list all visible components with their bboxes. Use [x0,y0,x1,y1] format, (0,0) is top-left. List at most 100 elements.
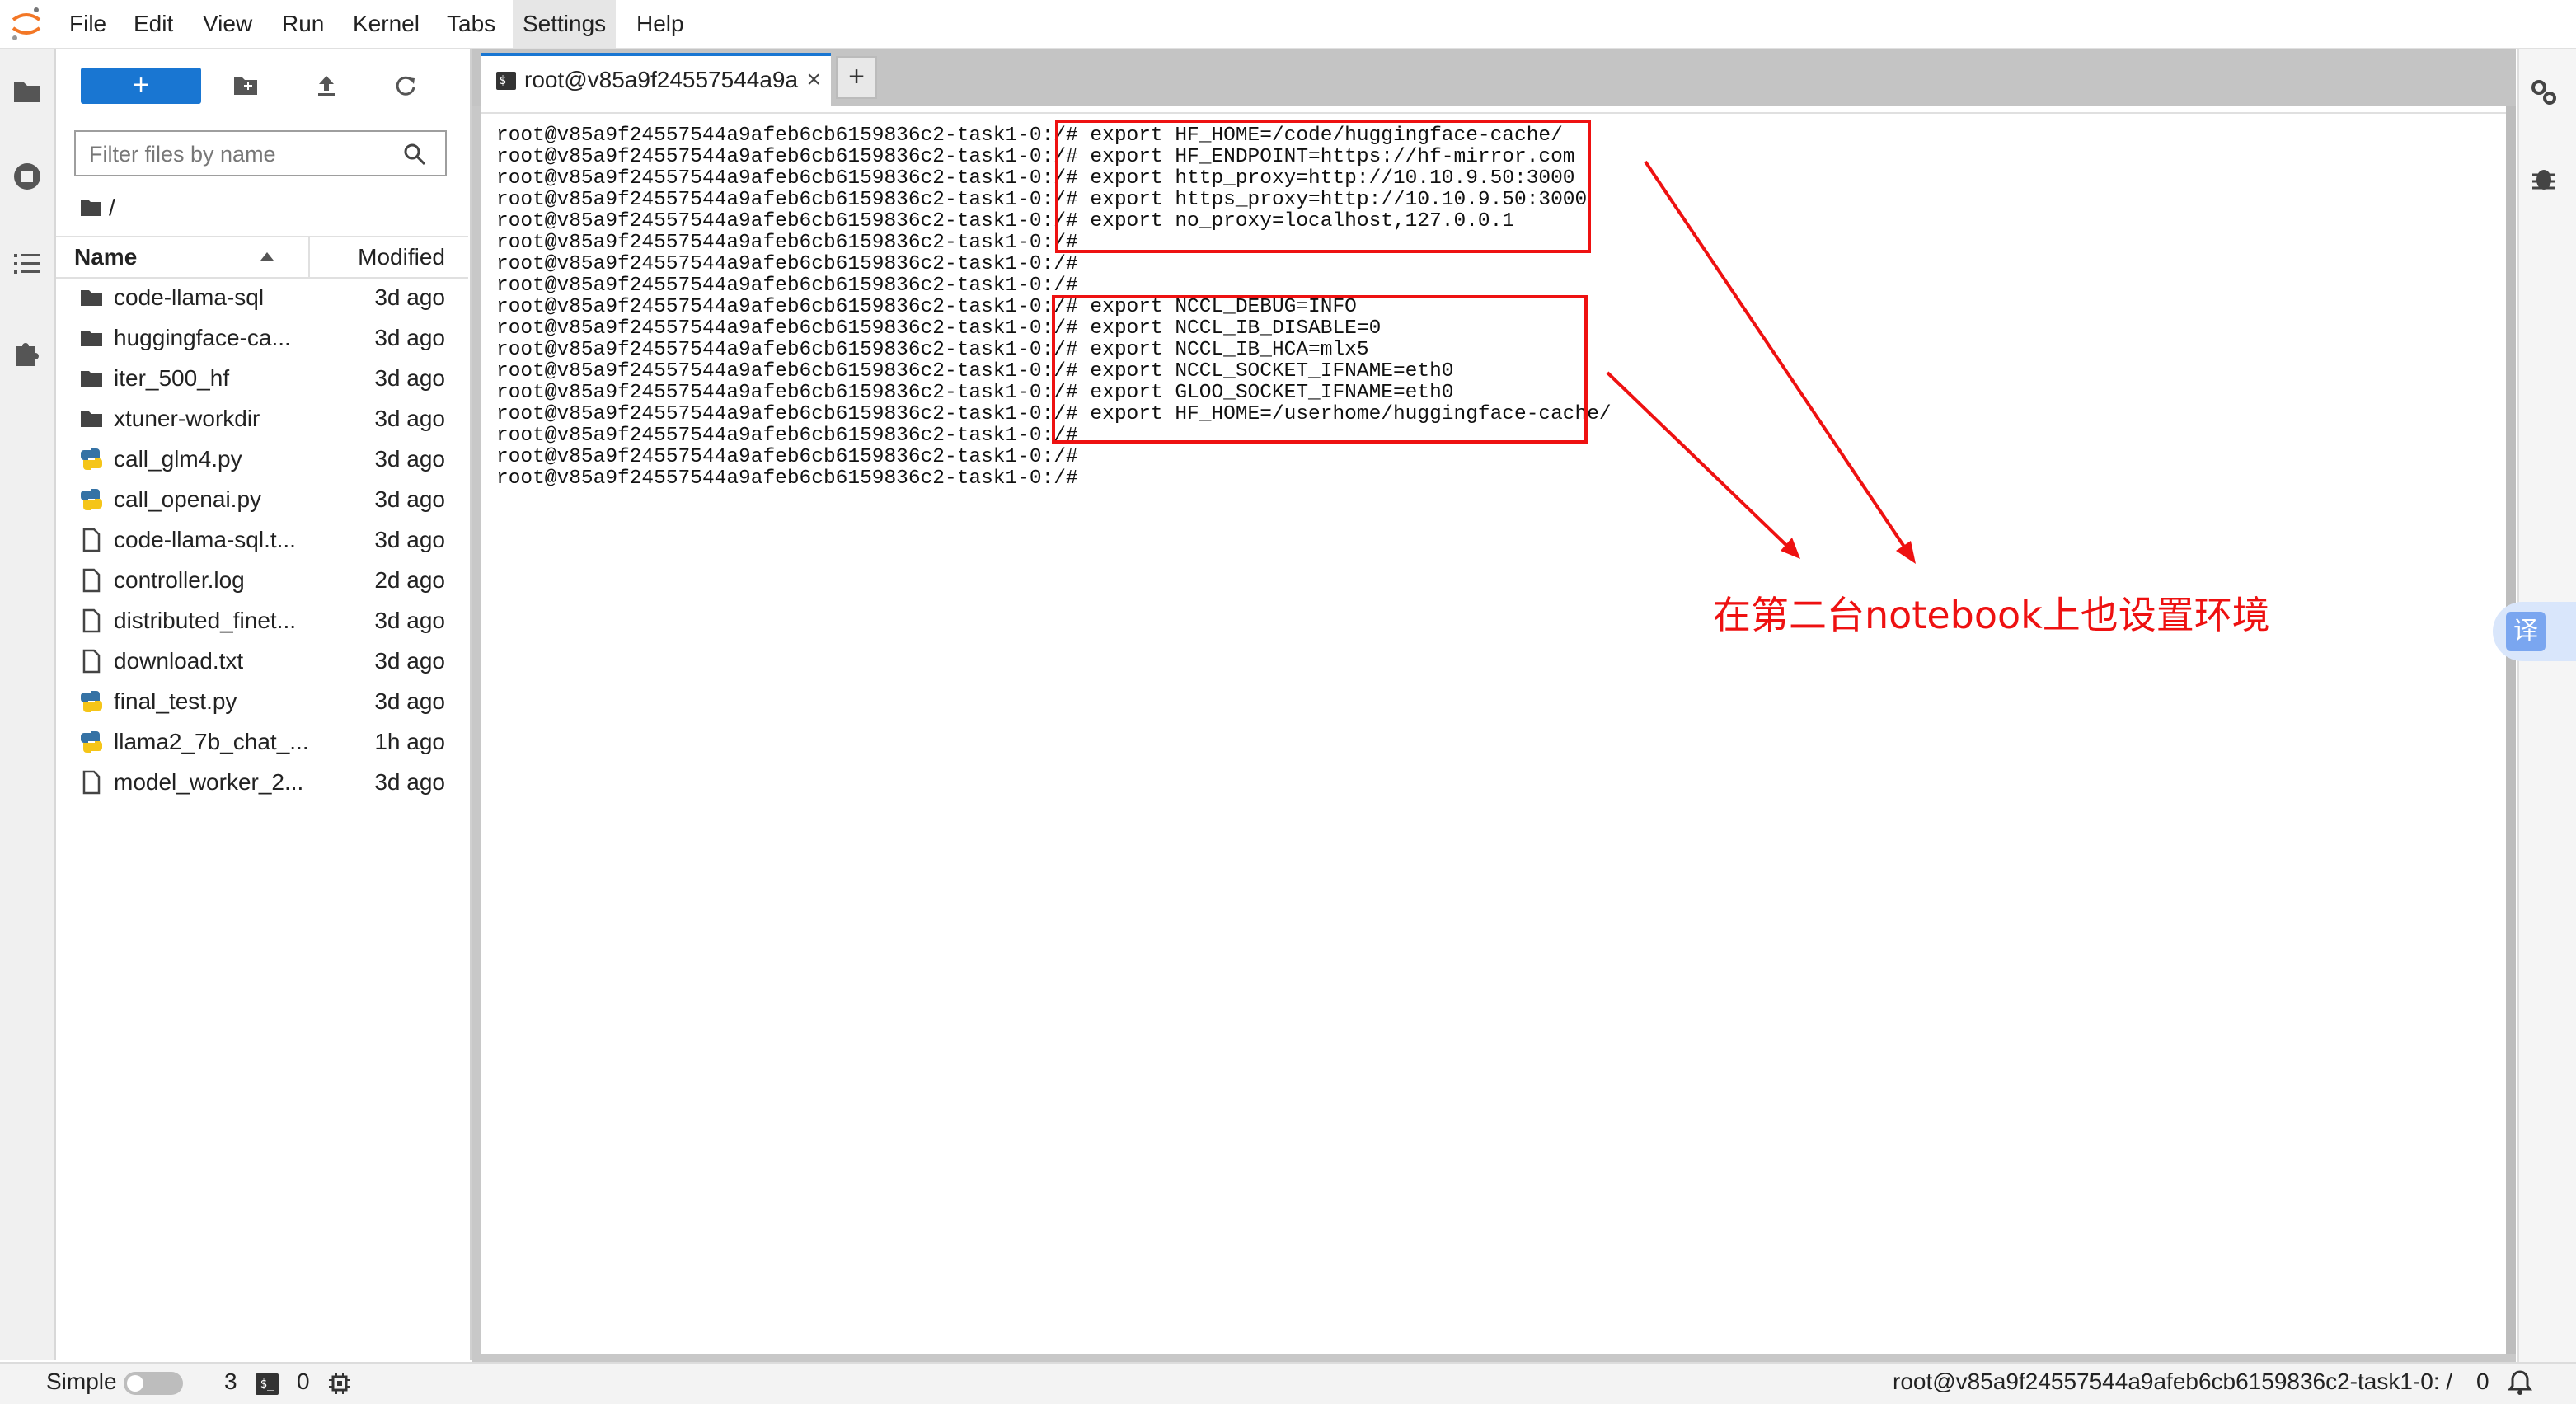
menu-edit[interactable]: Edit [124,0,183,48]
dock-scrollbar[interactable] [2506,106,2516,1354]
right-sidebar [2517,49,2576,1362]
translate-button[interactable]: 译 [2506,612,2546,651]
file-modified: 3d ago [374,769,445,795]
add-tab-button[interactable]: + [836,56,877,99]
file-name: call_glm4.py [114,446,242,472]
file-icon [82,649,101,674]
annotation-box-env-bottom [1052,295,1588,444]
file-row[interactable]: model_worker_2... 3d ago [56,762,468,802]
file-row[interactable]: llama2_7b_chat_... 1h ago [56,721,468,762]
file-row[interactable]: huggingface-ca... 3d ago [56,317,468,358]
folder-icon [81,331,102,346]
file-list-header: Name Modified [56,236,468,279]
menu-view[interactable]: View [193,0,262,48]
file-modified: 3d ago [374,486,445,512]
search-icon [404,143,426,166]
menu-settings[interactable]: Settings [513,0,617,48]
notification-count[interactable]: 0 [2476,1362,2489,1402]
file-name: model_worker_2... [114,769,304,795]
property-inspector-gear-icon[interactable] [2527,76,2560,109]
file-filter-field[interactable] [74,130,447,176]
current-activity-label: root@v85a9f24557544a9afeb6cb6159836c2-ta… [1893,1369,2453,1394]
terminal-top-divider [481,112,2506,114]
file-name: iter_500_hf [114,365,230,391]
file-icon [82,568,101,593]
file-modified: 3d ago [374,608,445,633]
menu-file[interactable]: File [59,0,116,48]
file-modified: 3d ago [374,527,445,552]
simple-mode-label: Simple [46,1369,117,1394]
file-name: final_test.py [114,688,237,714]
file-modified: 3d ago [374,365,445,391]
file-row[interactable]: download.txt 3d ago [56,641,468,681]
folder-icon [81,371,102,387]
file-row[interactable]: code-llama-sql.t... 3d ago [56,519,468,560]
annotation-box-env-top [1055,120,1591,253]
terminal-count[interactable]: 0 [297,1362,310,1402]
python-file-icon [81,489,102,510]
file-modified: 3d ago [374,648,445,674]
new-launcher-button[interactable]: + [81,68,201,104]
file-name: llama2_7b_chat_... [114,729,309,754]
file-name: huggingface-ca... [114,325,291,350]
file-icon [82,528,101,552]
tab-terminal-label: root@v85a9f24557544a9a [524,67,799,92]
menu-help[interactable]: Help [626,0,694,48]
sort-ascending-icon[interactable] [260,252,274,261]
file-modified: 3d ago [374,325,445,350]
python-file-icon [81,731,102,753]
kernel-count[interactable]: 3 [224,1362,237,1402]
file-name: xtuner-workdir [114,406,260,431]
file-name: controller.log [114,567,245,593]
file-modified: 1h ago [374,729,445,754]
debugger-bug-icon[interactable] [2527,162,2560,195]
column-name-header[interactable]: Name [74,237,137,277]
breadcrumb-root[interactable]: / [109,191,115,224]
file-row[interactable]: xtuner-workdir 3d ago [56,398,468,439]
file-row[interactable]: code-llama-sql 3d ago [56,277,468,317]
cpu-chip-icon[interactable] [328,1372,351,1395]
menu-kernel[interactable]: Kernel [343,0,429,48]
file-icon [82,770,101,795]
file-name: call_openai.py [114,486,262,512]
file-modified: 2d ago [374,567,445,593]
terminal-icon: $_ [496,72,516,90]
file-row[interactable]: controller.log 2d ago [56,560,468,600]
bell-icon[interactable] [2506,1369,2534,1397]
file-modified: 3d ago [374,406,445,431]
tab-terminal[interactable]: $_ root@v85a9f24557544a9a × [481,53,831,106]
file-row[interactable]: call_openai.py 3d ago [56,479,468,519]
menu-tabs[interactable]: Tabs [437,0,505,48]
upload-icon[interactable] [310,69,343,102]
file-modified: 3d ago [374,284,445,310]
python-file-icon [81,448,102,470]
python-file-icon [81,691,102,712]
file-modified: 3d ago [374,688,445,714]
close-icon[interactable]: × [806,56,821,104]
file-row[interactable]: final_test.py 3d ago [56,681,468,721]
folder-icon [81,290,102,306]
column-modified-header[interactable]: Modified [358,237,445,277]
home-folder-icon[interactable] [79,196,102,218]
file-row[interactable]: iter_500_hf 3d ago [56,358,468,398]
annotation-text: 在第二台notebook上也设置环境 [1713,593,2270,637]
file-filter-input[interactable] [87,139,396,170]
jupyter-logo-icon [12,7,41,40]
file-name: code-llama-sql.t... [114,527,296,552]
column-divider [308,237,310,277]
file-name: code-llama-sql [114,284,265,310]
running-stop-icon[interactable] [9,158,45,195]
table-of-contents-icon[interactable] [9,246,45,282]
file-modified: 3d ago [374,446,445,472]
refresh-icon[interactable] [389,69,422,102]
file-icon [82,608,101,633]
file-row[interactable]: distributed_finet... 3d ago [56,600,468,641]
menu-run[interactable]: Run [272,0,334,48]
folder-icon [81,411,102,427]
extension-puzzle-icon[interactable] [9,335,45,371]
file-name: download.txt [114,648,244,674]
new-folder-icon[interactable] [229,69,262,102]
folder-icon[interactable] [9,73,45,109]
terminal-status-icon[interactable]: $_ [256,1373,279,1395]
file-row[interactable]: call_glm4.py 3d ago [56,439,468,479]
